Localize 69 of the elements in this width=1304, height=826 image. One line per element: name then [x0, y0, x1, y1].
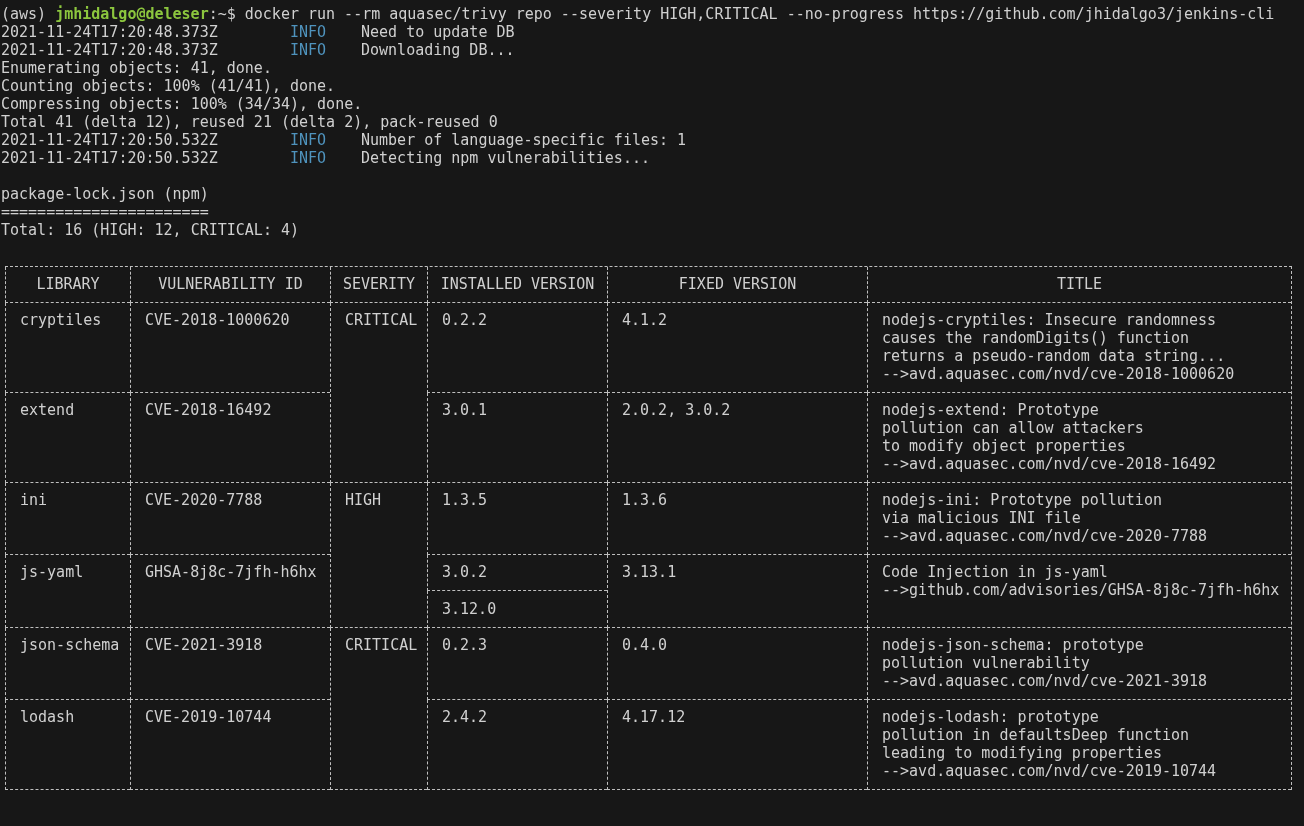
library-cell: json-schema [5, 628, 130, 700]
command-text: docker run --rm aquasec/trivy repo --severity HIGH,CRITICAL --no-progress https://github.com/jhidalgo3/jenkins-cli [244, 5, 1275, 23]
report-underline: ======================= [1, 203, 209, 221]
installed-version-cell: 0.2.3 [427, 628, 607, 700]
column-header: INSTALLED VERSION [427, 267, 607, 303]
advisory-link-text: -->avd.aquasec.com/nvd/cve-2018-1000620 [882, 365, 1236, 383]
fixed-version-cell: 4.17.12 [607, 700, 867, 790]
vulnerability-id-cell: GHSA-8j8c-7jfh-h6hx [130, 555, 330, 628]
library-cell: js-yaml [5, 555, 130, 628]
installed-version-cell: 0.2.2 [427, 303, 607, 393]
log-message-text: Need to update DB [361, 23, 515, 41]
installed-version-cell: 1.3.5 [427, 483, 607, 555]
timestamp-text: 2021-11-24T17:20:50.532Z [1, 131, 219, 149]
log-level-text: INFO [290, 149, 328, 167]
library-cell: extend [5, 393, 130, 483]
log-message-text: Downloading DB... [361, 41, 515, 59]
vulnerability-id-cell: CVE-2018-1000620 [130, 303, 330, 393]
column-header: SEVERITY [330, 267, 427, 303]
log-level-text: INFO [290, 23, 328, 41]
log-line: Enumerating objects: 41, done. [1, 59, 272, 77]
title-text: nodejs-extend: Prototype pollution can allow attackers to modify object properties [882, 401, 1145, 455]
vulnerability-id-cell: CVE-2018-16492 [130, 393, 330, 483]
installed-version-cell: 3.0.2 [427, 555, 607, 591]
title-text: nodejs-ini: Prototype pollution via malicious INI file [882, 491, 1163, 527]
installed-version-cell: 2.4.2 [427, 700, 607, 790]
fixed-version-cell: 4.1.2 [607, 303, 867, 393]
column-header: TITLE [867, 267, 1291, 303]
title-text: nodejs-cryptiles: Insecure randomness causes the randomDigits() function returns a pseudo-random data string... [882, 311, 1227, 365]
severity-cell: CRITICAL [330, 303, 427, 483]
log-line: Total 41 (delta 12), reused 21 (delta 2), pack-reused 0 [1, 113, 498, 131]
log-message-text: Number of language-specific files: 1 [361, 131, 687, 149]
timestamp-text: 2021-11-24T17:20:50.532Z [1, 149, 219, 167]
vulnerability-id-cell: CVE-2019-10744 [130, 700, 330, 790]
library-cell: lodash [5, 700, 130, 790]
advisory-link-text: -->avd.aquasec.com/nvd/cve-2019-10744 [882, 762, 1218, 780]
vulnerability-id-cell: CVE-2020-7788 [130, 483, 330, 555]
installed-version-cell: 3.0.1 [427, 393, 607, 483]
vulnerability-id-cell: CVE-2021-3918 [130, 628, 330, 700]
log-level-text: INFO [290, 41, 328, 59]
log-level-text: INFO [290, 131, 328, 149]
severity-cell: CRITICAL [330, 628, 427, 790]
log-line: Compressing objects: 100% (34/34), done. [1, 95, 363, 113]
report-total: Total: 16 (HIGH: 12, CRITICAL: 4) [1, 221, 299, 239]
title-text: nodejs-json-schema: prototype pollution vulnerability [882, 636, 1145, 672]
timestamp-text: 2021-11-24T17:20:48.373Z [1, 23, 219, 41]
advisory-link-text: -->avd.aquasec.com/nvd/cve-2021-3918 [882, 672, 1209, 690]
log-message-text: Detecting npm vulnerabilities... [361, 149, 650, 167]
fixed-version-cell: 2.0.2, 3.0.2 [607, 393, 867, 483]
column-header: LIBRARY [5, 267, 130, 303]
title-text: nodejs-lodash: prototype pollution in defaultsDeep function leading to modifying properties [882, 708, 1191, 762]
severity-cell: HIGH [330, 483, 427, 628]
fixed-version-cell: 0.4.0 [607, 628, 867, 700]
column-header: FIXED VERSION [607, 267, 867, 303]
title-text: Code Injection in js-yaml [882, 563, 1109, 581]
cwd-text: :~$ [208, 5, 236, 23]
log-line: Counting objects: 100% (41/41), done. [1, 77, 336, 95]
library-cell: ini [5, 483, 130, 555]
advisory-link-text: -->avd.aquasec.com/nvd/cve-2020-7788 [882, 527, 1209, 545]
installed-version-cell: 3.12.0 [427, 591, 607, 628]
env-text: (aws) [1, 5, 47, 23]
timestamp-text: 2021-11-24T17:20:48.373Z [1, 41, 219, 59]
library-cell: cryptiles [5, 303, 130, 393]
user-host-text: jmhidalgo@deleser [55, 5, 209, 23]
column-header: VULNERABILITY ID [130, 267, 330, 303]
advisory-link-text: -->avd.aquasec.com/nvd/cve-2018-16492 [882, 455, 1218, 473]
fixed-version-cell: 3.13.1 [607, 555, 867, 628]
fixed-version-cell: 1.3.6 [607, 483, 867, 555]
advisory-link-text: -->github.com/advisories/GHSA-8j8c-7jfh-h6hx [882, 581, 1281, 599]
report-target: package-lock.json (npm) [1, 185, 209, 203]
